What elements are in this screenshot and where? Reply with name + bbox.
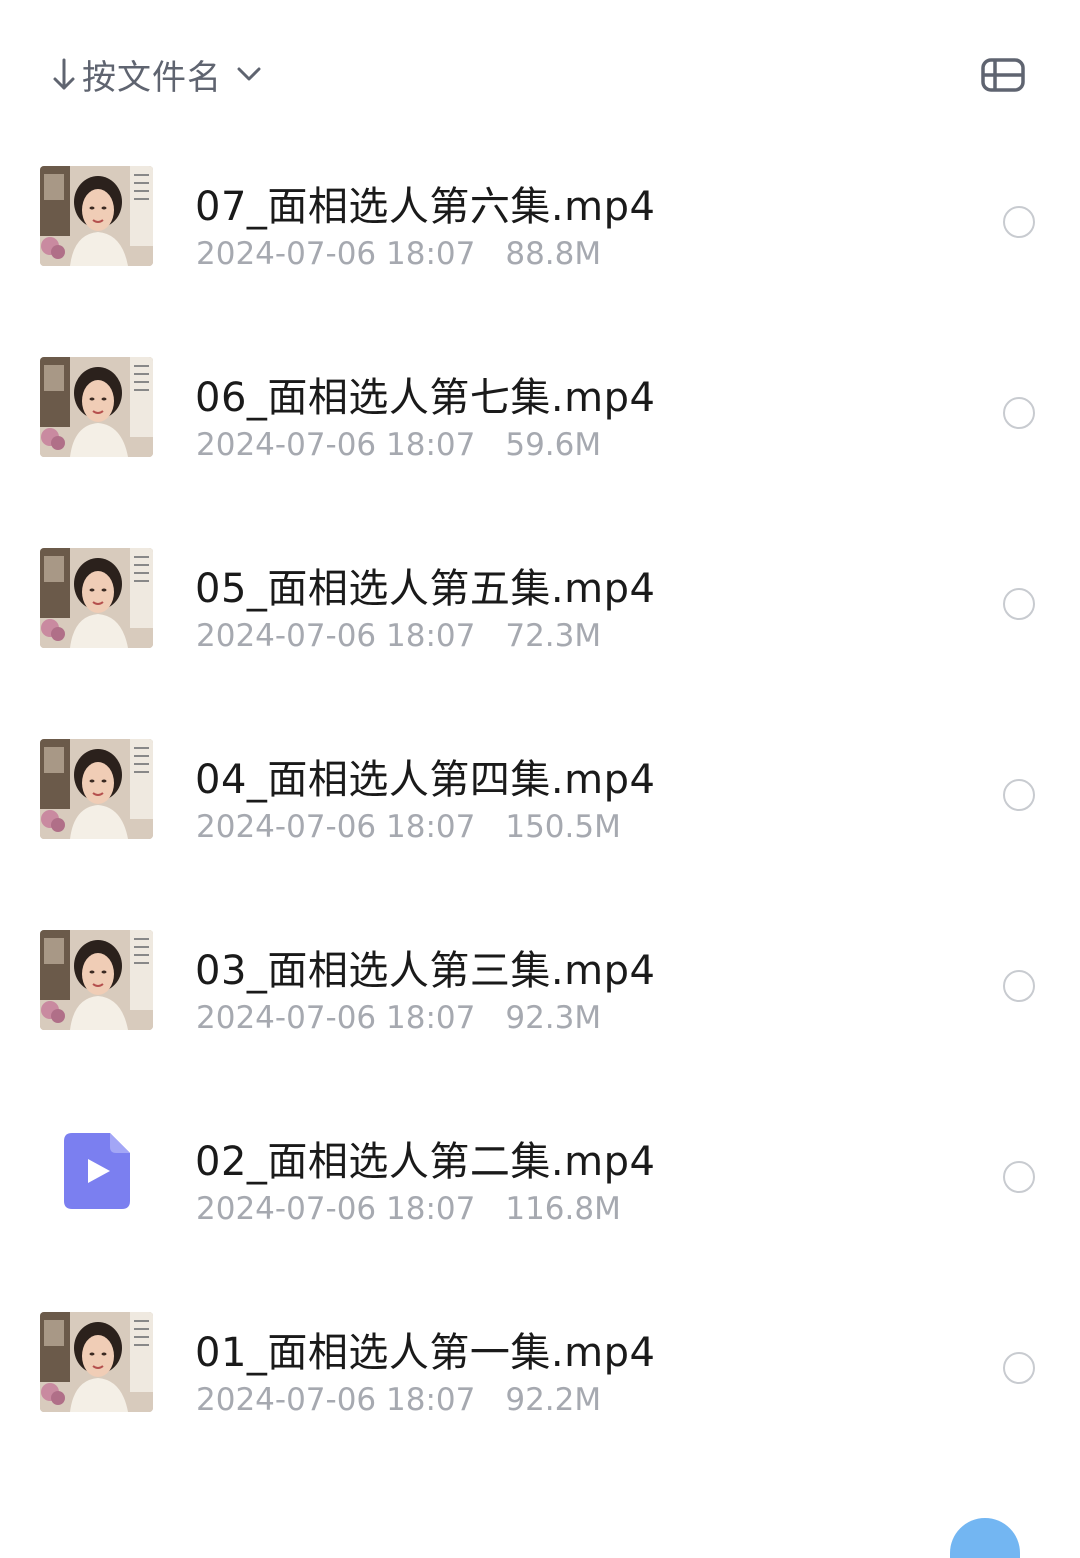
file-meta: 2024-07-06 18:07 116.8M xyxy=(196,1191,621,1227)
file-date: 2024-07-06 18:07 xyxy=(196,618,476,654)
file-size: 116.8M xyxy=(505,1191,621,1227)
file-row[interactable]: 05_面相选人第五集.mp4 2024-07-06 18:07 72.3M xyxy=(0,508,1080,699)
file-date: 2024-07-06 18:07 xyxy=(196,236,476,272)
file-row[interactable]: 01_面相选人第一集.mp4 2024-07-06 18:07 92.2M xyxy=(0,1272,1080,1463)
video-thumbnail xyxy=(40,548,153,648)
list-view-icon[interactable] xyxy=(980,56,1026,94)
file-name: 06_面相选人第七集.mp4 xyxy=(195,375,656,421)
file-meta: 2024-07-06 18:07 92.2M xyxy=(196,1382,601,1418)
video-thumbnail xyxy=(40,166,153,266)
file-date: 2024-07-06 18:07 xyxy=(196,1191,476,1227)
file-meta: 2024-07-06 18:07 72.3M xyxy=(196,618,601,654)
file-row[interactable]: 07_面相选人第六集.mp4 2024-07-06 18:07 88.8M xyxy=(0,126,1080,317)
floating-action-button[interactable] xyxy=(950,1518,1020,1558)
video-thumbnail xyxy=(40,357,153,457)
file-row[interactable]: 04_面相选人第四集.mp4 2024-07-06 18:07 150.5M xyxy=(0,699,1080,890)
file-size: 59.6M xyxy=(505,427,602,463)
video-thumbnail xyxy=(40,930,153,1030)
file-row[interactable]: 06_面相选人第七集.mp4 2024-07-06 18:07 59.6M xyxy=(0,317,1080,508)
video-thumbnail xyxy=(40,739,153,839)
file-meta: 2024-07-06 18:07 92.3M xyxy=(196,1000,601,1036)
chevron-down-icon xyxy=(237,67,261,81)
file-size: 88.8M xyxy=(505,236,602,272)
select-checkbox[interactable] xyxy=(1003,970,1035,1002)
select-checkbox[interactable] xyxy=(1003,1352,1035,1384)
file-name: 07_面相选人第六集.mp4 xyxy=(195,184,656,230)
file-date: 2024-07-06 18:07 xyxy=(196,809,476,845)
file-row[interactable]: 02_面相选人第二集.mp4 2024-07-06 18:07 116.8M xyxy=(0,1081,1080,1272)
select-checkbox[interactable] xyxy=(1003,588,1035,620)
file-date: 2024-07-06 18:07 xyxy=(196,427,476,463)
file-name: 04_面相选人第四集.mp4 xyxy=(195,757,656,803)
arrow-down-icon xyxy=(53,58,75,90)
file-meta: 2024-07-06 18:07 59.6M xyxy=(196,427,601,463)
sort-label: 按文件名 xyxy=(82,57,222,98)
file-name: 05_面相选人第五集.mp4 xyxy=(195,566,656,612)
file-size: 150.5M xyxy=(505,809,621,845)
select-checkbox[interactable] xyxy=(1003,206,1035,238)
select-checkbox[interactable] xyxy=(1003,397,1035,429)
file-size: 92.2M xyxy=(505,1382,602,1418)
sort-selector[interactable]: 按文件名 xyxy=(50,48,264,100)
file-meta: 2024-07-06 18:07 150.5M xyxy=(196,809,621,845)
file-date: 2024-07-06 18:07 xyxy=(196,1382,476,1418)
file-meta: 2024-07-06 18:07 88.8M xyxy=(196,236,601,272)
file-name: 01_面相选人第一集.mp4 xyxy=(195,1330,656,1376)
file-name: 03_面相选人第三集.mp4 xyxy=(195,948,656,994)
select-checkbox[interactable] xyxy=(1003,1161,1035,1193)
file-size: 92.3M xyxy=(505,1000,602,1036)
video-thumbnail xyxy=(40,1312,153,1412)
file-list: 07_面相选人第六集.mp4 2024-07-06 18:07 88.8M 06… xyxy=(0,126,1080,1463)
file-date: 2024-07-06 18:07 xyxy=(196,1000,476,1036)
file-name: 02_面相选人第二集.mp4 xyxy=(195,1139,656,1185)
file-row[interactable]: 03_面相选人第三集.mp4 2024-07-06 18:07 92.3M xyxy=(0,890,1080,1081)
video-file-icon xyxy=(64,1133,130,1209)
select-checkbox[interactable] xyxy=(1003,779,1035,811)
file-size: 72.3M xyxy=(505,618,602,654)
